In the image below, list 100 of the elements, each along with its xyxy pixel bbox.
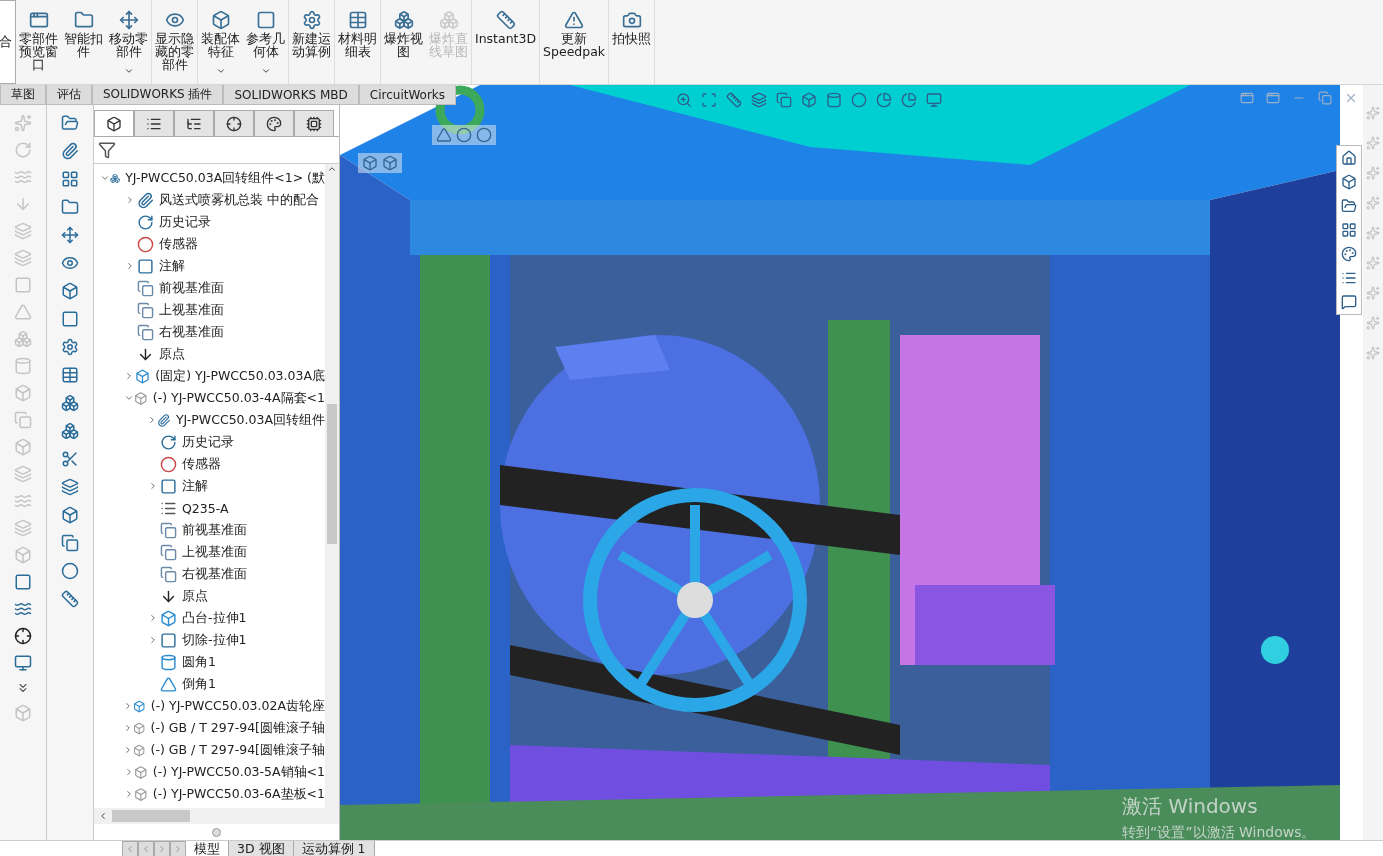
task-pane-button[interactable] [1340,149,1358,167]
tree-item[interactable]: 右视基准面 [159,323,224,341]
cube-icon[interactable] [362,155,378,171]
tree-item[interactable]: YJ-PWCC50.03A回转组件<1> (默 [125,169,325,187]
tree-item[interactable]: Q235-A [182,500,229,516]
ribbon-button[interactable]: 智能扣 件 [61,0,106,84]
tree-item[interactable]: (-) YJ-PWCC50.03-5A销轴<1 [152,763,325,781]
crosshair-icon [226,115,242,132]
scroll-thumb[interactable] [112,810,190,822]
tab-scroll-button[interactable] [138,841,154,856]
cube-icon[interactable] [382,155,398,171]
tree-item[interactable]: 注解 [159,257,185,275]
tree-item[interactable]: 注解 [182,477,208,495]
tree-item[interactable]: 原点 [182,587,208,605]
task-pane-button[interactable] [1340,197,1358,215]
filter-icon[interactable] [98,141,116,159]
view-toolbar-button[interactable] [875,91,893,109]
panel-tab[interactable] [94,110,134,136]
tree-item[interactable]: 前视基准面 [159,279,224,297]
view-toolbar-button[interactable] [775,91,793,109]
warning-icon [564,10,585,30]
tree-item[interactable]: (固定) YJ-PWCC50.03.03A底 [155,367,325,385]
close-icon[interactable] [1344,91,1358,105]
tree-item[interactable]: 圆角1 [182,653,216,671]
ribbon-button[interactable]: 爆炸视 图 [381,0,426,84]
tree-item[interactable]: 凸台-拉伸1 [182,609,247,627]
ribbon-button[interactable]: 更新 Speedpak [540,0,610,84]
ribbon-button[interactable]: 新建运 动算例 [289,0,335,84]
vertical-scrollbar[interactable] [325,164,339,808]
tree-item[interactable]: 倒角1 [182,675,216,693]
ribbon-button[interactable]: 移动零 部件 [106,0,152,84]
view-toolbar-button[interactable] [725,91,743,109]
circle-icon[interactable] [456,127,472,143]
ribbon-button[interactable]: 显示隐 藏的零 部件 [152,0,198,84]
task-pane-button[interactable] [1340,221,1358,239]
window-icon[interactable] [1266,91,1280,105]
ribbon-button[interactable]: 参考几 何体 [243,0,289,84]
tree-item[interactable]: 上视基准面 [159,301,224,319]
tree-item[interactable]: 传感器 [159,235,198,253]
task-pane-button[interactable] [1340,293,1358,311]
tree-item[interactable]: 切除-拉伸1 [182,631,247,649]
view-toolbar-button[interactable] [900,91,918,109]
view-toolbar-button[interactable] [700,91,718,109]
triangle-icon[interactable] [436,127,452,143]
view-toolbar-button[interactable] [825,91,843,109]
restore-icon[interactable] [1318,91,1332,105]
tree-item[interactable]: (-) GB / T 297-94[圆锥滚子轴 [150,741,325,759]
tree-item[interactable]: (-) YJ-PWCC50.03-6A垫板<1 [152,785,325,803]
command-tab[interactable]: CircuitWorks [358,85,457,105]
circle-icon[interactable] [476,127,492,143]
tree-item[interactable]: 风送式喷雾机总装 中的配合 [159,191,319,209]
tree-item[interactable]: 右视基准面 [182,565,247,583]
tree-item[interactable]: 原点 [159,345,185,363]
horizontal-scrollbar[interactable] [94,808,339,824]
panel-tab[interactable] [254,110,294,136]
crosshair-icon [13,627,32,645]
tab-scroll-button[interactable] [122,841,138,856]
ribbon-button[interactable]: Instant3D [472,0,541,84]
ribbon-button[interactable]: 零部件 预览窗 口 [16,0,61,84]
model-tab[interactable]: 运动算例 1 [293,841,375,856]
view-toolbar-button[interactable] [925,91,943,109]
view-toolbar-button[interactable] [750,91,768,109]
tab-scroll-button[interactable] [154,841,170,856]
ribbon-button[interactable]: 材料明 细表 [335,0,381,84]
palette-icon [266,115,282,132]
command-tab[interactable]: SOLIDWORKS 插件 [92,85,224,105]
view-tool-icon [826,92,842,108]
view-tool-icon [851,92,867,108]
command-tab[interactable]: SOLIDWORKS MBD [223,85,359,105]
splitter-handle[interactable] [212,827,221,837]
task-pane-button[interactable] [1340,245,1358,263]
toolbar-button[interactable] [12,626,33,646]
table-icon [347,10,368,30]
task-pane-button[interactable] [1340,173,1358,191]
panel-tab[interactable] [214,110,254,136]
view-toolbar-button[interactable] [850,91,868,109]
ribbon-button[interactable]: 合 [0,0,16,84]
tree-item[interactable]: YJ-PWCC50.03A回转组件 [175,411,325,429]
tree-item[interactable]: 历史记录 [182,433,234,451]
tree-item[interactable]: 上视基准面 [182,543,247,561]
panel-tab[interactable] [134,110,174,136]
scroll-thumb[interactable] [327,404,337,544]
tree-item[interactable]: 传感器 [182,455,221,473]
tree-item[interactable]: (-) GB / T 297-94[圆锥滚子轴 [150,719,325,737]
view-toolbar-button[interactable] [800,91,818,109]
window-icon[interactable] [1240,91,1254,105]
panel-tab[interactable] [174,110,214,136]
model-tab[interactable]: 3D 视图 [229,841,294,856]
view-tool-icon [701,92,717,108]
tree-item[interactable]: 前视基准面 [182,521,247,539]
tree-item[interactable]: (-) YJ-PWCC50.03.02A齿轮座 [150,697,325,715]
panel-tab[interactable] [294,110,334,136]
tree-item[interactable]: 历史记录 [159,213,211,231]
ribbon-button[interactable]: 拍快照 [609,0,656,84]
tree-item[interactable]: (-) YJ-PWCC50.03-4A隔套<1 [152,389,325,407]
tab-scroll-button[interactable] [170,841,186,856]
command-tab[interactable]: 草图 [0,85,46,105]
ribbon-button[interactable]: 装配体 特征 [198,0,243,84]
command-tab[interactable]: 评估 [46,85,92,105]
view-toolbar-button[interactable] [675,91,693,109]
